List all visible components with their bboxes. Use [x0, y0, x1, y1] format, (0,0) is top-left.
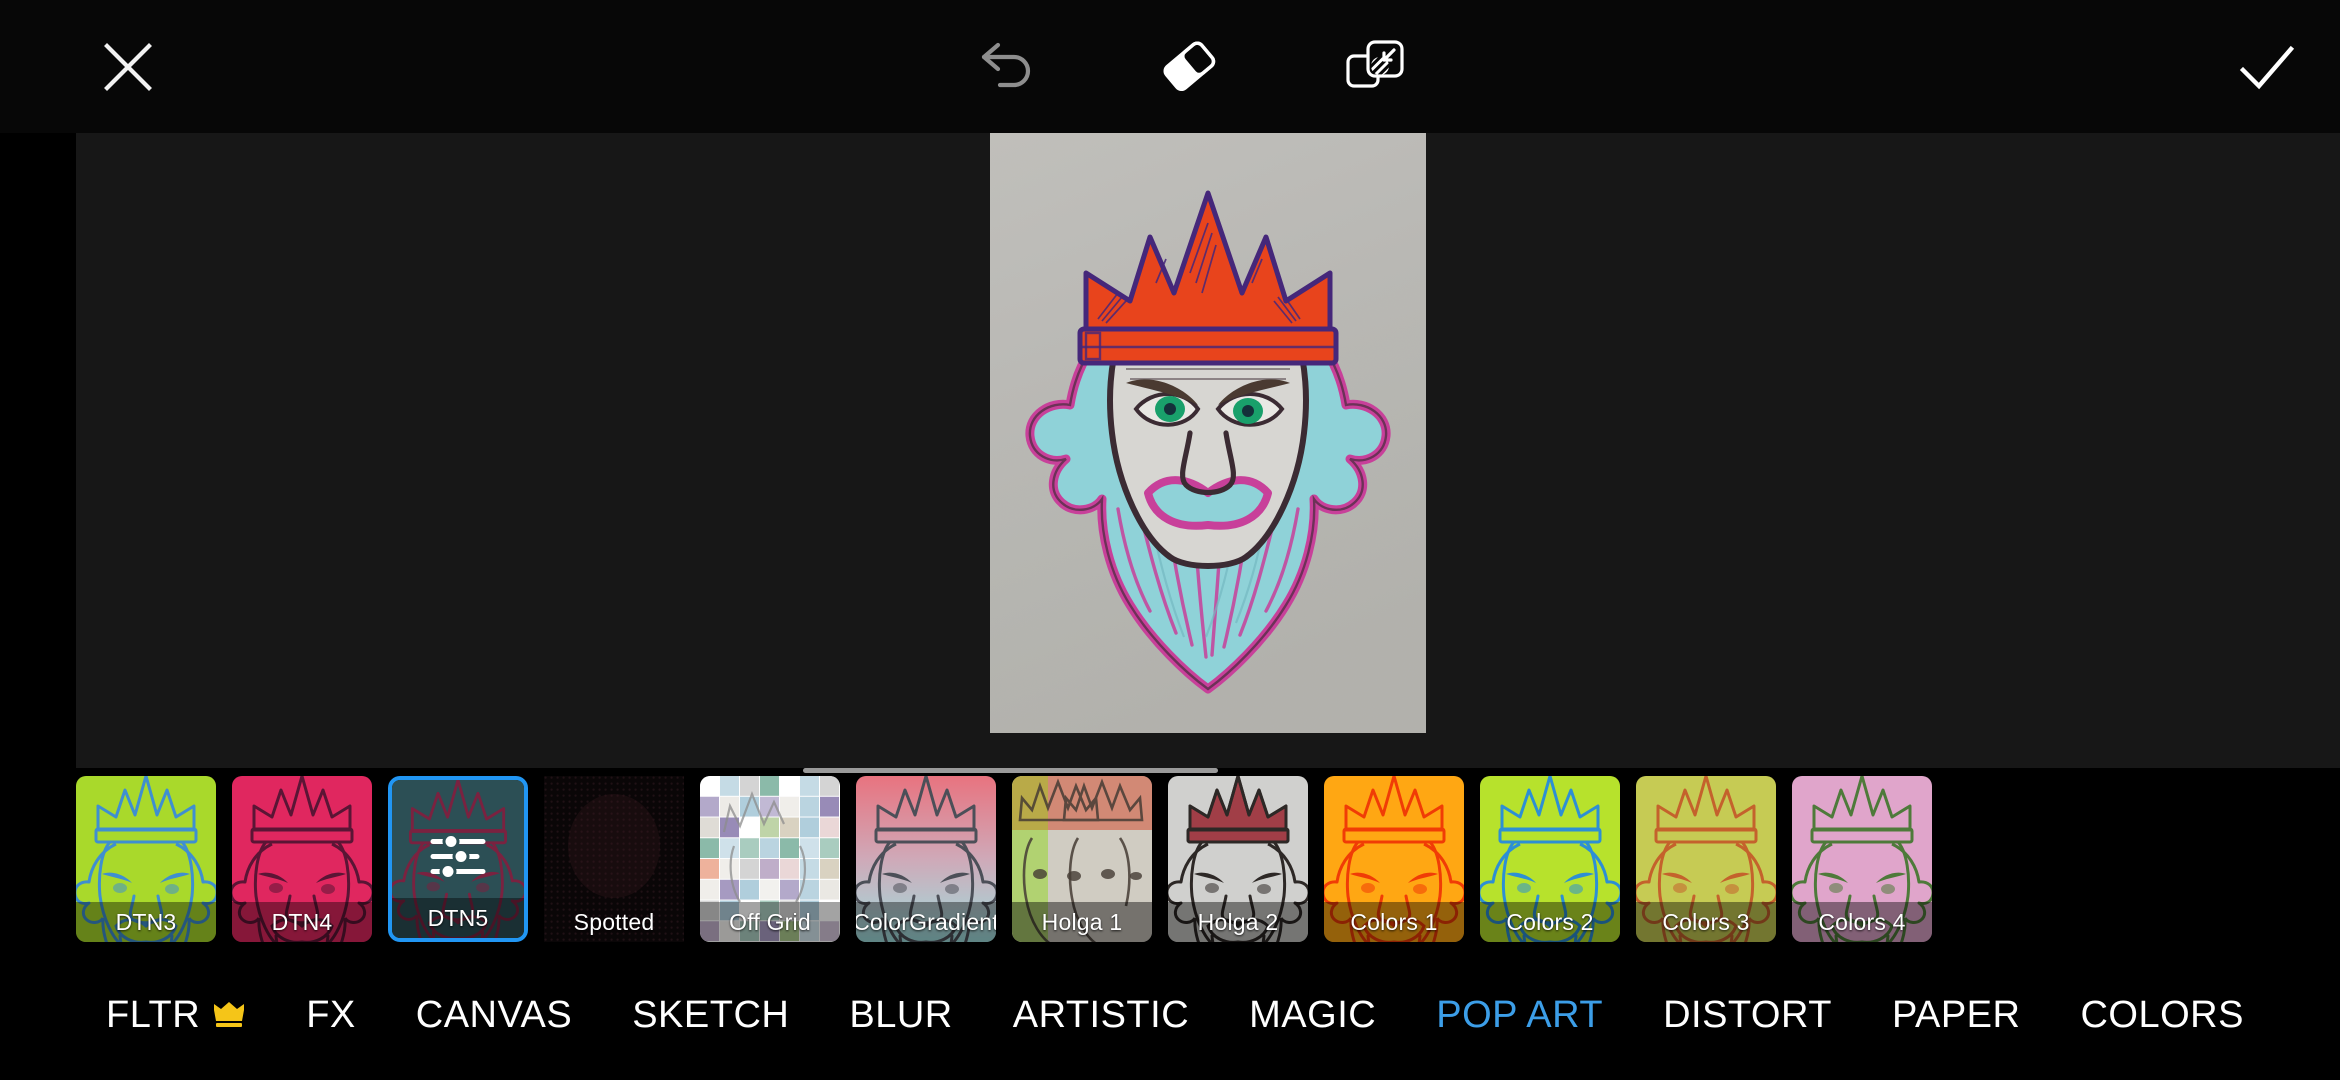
sliders-icon [427, 830, 489, 889]
premium-crown-icon [212, 1002, 246, 1028]
tab-canvas[interactable]: CANVAS [386, 994, 602, 1037]
filmstrip-scroll-indicator[interactable] [803, 768, 1218, 773]
filter-thumbnail[interactable]: Spotted [544, 776, 684, 942]
filter-thumbnail[interactable]: Colors 1 [1324, 776, 1464, 942]
close-button[interactable]: Close [76, 0, 180, 133]
filter-thumbnail[interactable]: DTN3 [76, 776, 216, 942]
close-x-icon [102, 41, 154, 93]
compare-layers-icon [1344, 36, 1406, 98]
filter-thumbnail[interactable]: DTN5 [388, 776, 528, 942]
filter-filmstrip[interactable]: DTN3 DTN4 DTN5 Spotted Off Grid ColorGra… [0, 768, 2340, 950]
photo-editor-app: Close Undo Eraser [0, 0, 2340, 1080]
undo-button[interactable]: Undo [950, 0, 1060, 133]
category-tabbar[interactable]: FLTR FX CANVAS SKETCH BLUR ARTISTIC MAGIC POP … [0, 950, 2340, 1080]
tab-label: ARTISTIC [1012, 993, 1190, 1036]
filter-thumbnail-label: Colors 4 [1792, 902, 1932, 942]
tab-pop-art[interactable]: POP ART [1406, 994, 1633, 1037]
canvas-stage[interactable]: King with crown drawing [0, 133, 2340, 768]
filter-thumbnail-label: Colors 2 [1480, 902, 1620, 942]
tab-paper[interactable]: PAPER [1862, 994, 2051, 1037]
checkmark-icon [2238, 42, 2296, 92]
filter-thumbnail-label: DTN4 [232, 902, 372, 942]
filter-thumbnail[interactable]: Colors 4 [1792, 776, 1932, 942]
crown-icon [214, 1002, 245, 1027]
tab-label: DISTORT [1663, 993, 1832, 1036]
compare-button[interactable]: Compare [1320, 0, 1430, 133]
top-toolbar: Close Undo Eraser [0, 0, 2340, 133]
tab-distort[interactable]: DISTORT [1633, 994, 1862, 1037]
tab-label: COLORS [2080, 993, 2244, 1036]
filter-thumbnail-label: Spotted [573, 908, 655, 935]
filter-thumbnail-label: Colors 3 [1636, 902, 1776, 942]
filter-thumbnail-label: Holga 1 [1012, 902, 1152, 942]
tab-sketch[interactable]: SKETCH [602, 994, 819, 1037]
filter-thumbnail[interactable]: ColorGradient [856, 776, 996, 942]
filter-thumbnail-label: Colors 1 [1324, 902, 1464, 942]
undo-arrow-icon [974, 40, 1036, 94]
filter-thumbnail-label: ColorGradient [856, 902, 996, 942]
tab-label: BLUR [849, 993, 953, 1036]
filmstrip-track[interactable]: DTN3 DTN4 DTN5 Spotted Off Grid ColorGra… [0, 768, 1932, 950]
apply-button[interactable]: Apply [2215, 0, 2319, 133]
eraser-button[interactable]: Eraser [1135, 0, 1245, 133]
artboard-preview[interactable]: King with crown drawing [990, 133, 1426, 733]
filter-thumbnail-label: Holga 2 [1168, 902, 1308, 942]
filter-thumbnail[interactable]: Colors 2 [1480, 776, 1620, 942]
tab-label: FX [306, 993, 356, 1036]
eraser-icon [1159, 38, 1221, 96]
tab-colors[interactable]: COLORS [2050, 994, 2273, 1037]
tab-label: FLTR [106, 993, 201, 1036]
filter-thumbnail[interactable]: DTN4 [232, 776, 372, 942]
tab-label: POP ART [1436, 993, 1604, 1036]
tab-fltr[interactable]: FLTR [76, 994, 276, 1037]
king-artwork [990, 133, 1426, 733]
filter-thumbnail-label: Off Grid [700, 902, 840, 942]
tab-label: CANVAS [415, 993, 573, 1036]
filter-thumbnail-label: DTN3 [76, 902, 216, 942]
sliders-icon [430, 833, 486, 880]
tab-artistic[interactable]: ARTISTIC [983, 994, 1219, 1037]
tab-label: SKETCH [632, 993, 790, 1036]
tab-fx[interactable]: FX [276, 994, 386, 1037]
filter-thumbnail-label: DTN5 [392, 898, 524, 938]
filter-thumbnail[interactable]: Holga 2 [1168, 776, 1308, 942]
filter-thumbnail[interactable]: Off Grid [700, 776, 840, 942]
tab-label: PAPER [1891, 993, 2021, 1036]
tab-magic[interactable]: MAGIC [1219, 994, 1406, 1037]
filter-thumbnail[interactable]: Colors 3 [1636, 776, 1776, 942]
tab-label: MAGIC [1249, 993, 1377, 1036]
filter-thumbnail[interactable]: Holga 1 [1012, 776, 1152, 942]
tab-blur[interactable]: BLUR [819, 994, 982, 1037]
